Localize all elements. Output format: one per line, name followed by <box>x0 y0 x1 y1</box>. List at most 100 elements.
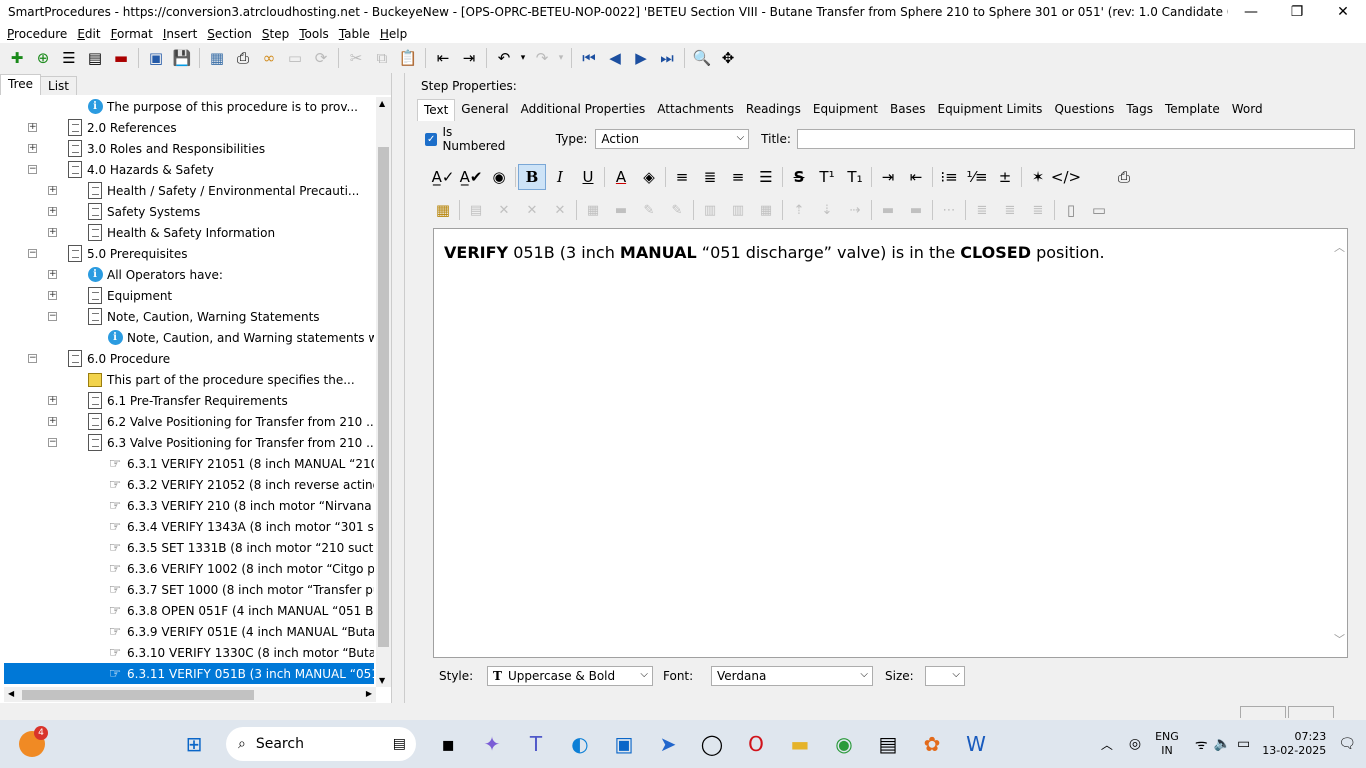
add-icon[interactable]: ✚ <box>4 46 30 70</box>
volume-icon[interactable]: 🔈 <box>1214 736 1231 752</box>
cell-format-icon[interactable]: ✎ <box>663 197 691 223</box>
insert-table-icon[interactable]: ▦ <box>429 197 457 223</box>
subscript-icon[interactable]: T₁ <box>841 164 869 190</box>
wifi-icon[interactable]: ᯤ <box>1195 735 1208 754</box>
move-icon[interactable]: ✥ <box>715 46 741 70</box>
editor-scroll-up-icon[interactable]: ︿ <box>1334 239 1345 255</box>
add-child-icon[interactable]: ⊕ <box>30 46 56 70</box>
italic-icon[interactable]: I <box>546 164 574 190</box>
tree-item[interactable]: ☞ 6.3.4 VERIFY 1343A (8 inch motor “301 s… <box>106 516 374 537</box>
tab-equipment[interactable]: Equipment <box>807 99 884 121</box>
collapse-icon[interactable]: − <box>28 354 37 363</box>
expand-icon[interactable]: + <box>48 207 57 216</box>
tree-item[interactable]: 6.0 Procedure <box>66 348 170 369</box>
menu-procedure[interactable]: Procedure <box>2 27 72 41</box>
delete-column-icon[interactable]: ✕ <box>518 197 546 223</box>
bullet-list-icon[interactable]: ⁝≡ <box>935 164 963 190</box>
restore-button[interactable]: ❐ <box>1274 0 1320 24</box>
expand-icon[interactable]: + <box>48 270 57 279</box>
menu-edit[interactable]: Edit <box>72 27 105 41</box>
editor-scrollbar[interactable]: ︿ ﹀ <box>1333 229 1347 657</box>
minimize-button[interactable]: — <box>1228 0 1274 24</box>
word-icon[interactable]: W <box>956 724 996 764</box>
tree-item[interactable]: ☞ 6.3.11 VERIFY 051B (3 inch MANUAL “051 … <box>4 663 374 684</box>
table-properties-icon[interactable]: ▤ <box>462 197 490 223</box>
row-above-icon[interactable]: ⇡ <box>785 197 813 223</box>
increase-indent-icon[interactable]: ⇥ <box>874 164 902 190</box>
tree-item[interactable]: 6.3 Valve Positioning for Transfer from … <box>86 432 374 453</box>
find-icon[interactable]: 🔍 <box>689 46 715 70</box>
step-text-editor[interactable]: VERIFY 051B (3 inch MANUAL “051 discharg… <box>433 228 1348 658</box>
tree-horizontal-scrollbar[interactable]: ◀ ▶ <box>4 687 376 702</box>
tree-item[interactable]: Equipment <box>86 285 172 306</box>
tab-attachments[interactable]: Attachments <box>651 99 740 121</box>
tree-item[interactable]: 5.0 Prerequisites <box>66 243 188 264</box>
smartprocedures-icon[interactable]: ✿ <box>912 724 952 764</box>
align-left-icon[interactable]: ≡ <box>668 164 696 190</box>
underline-icon[interactable]: U <box>574 164 602 190</box>
task-view-icon[interactable]: ▪ <box>428 724 468 764</box>
merge-cells-icon[interactable]: ▬ <box>607 197 635 223</box>
tree-item[interactable]: Health / Safety / Environmental Precauti… <box>86 180 359 201</box>
horizontal-line-icon[interactable]: ± <box>991 164 1019 190</box>
cut-icon[interactable]: ✂ <box>343 46 369 70</box>
first-icon[interactable]: ⏮ <box>576 46 602 70</box>
type-select[interactable]: Action ⌵ <box>595 129 750 149</box>
split-cell-icon[interactable]: ▬ <box>874 197 902 223</box>
tree-item[interactable]: ☞ 6.3.7 SET 1000 (8 inch motor “Transfer … <box>106 579 374 600</box>
link-icon[interactable]: ∞ <box>256 46 282 70</box>
tree-item[interactable]: i Note, Caution, and Warning statements w… <box>106 327 374 348</box>
expand-icon[interactable]: + <box>48 228 57 237</box>
tab-word[interactable]: Word <box>1226 99 1269 121</box>
delete-table-icon[interactable]: ✕ <box>490 197 518 223</box>
location-icon[interactable]: ◎ <box>1129 736 1141 752</box>
tree-item[interactable]: ☞ 6.3.9 VERIFY 051E (4 inch MANUAL “Butan… <box>106 621 374 642</box>
menu-help[interactable]: Help <box>375 27 412 41</box>
refresh-icon[interactable]: ⟳ <box>308 46 334 70</box>
valign-top-icon[interactable]: ≣ <box>968 197 996 223</box>
undo-icon[interactable]: ↶ <box>491 46 517 70</box>
tab-template[interactable]: Template <box>1159 99 1226 121</box>
scroll-down-icon[interactable]: ▼ <box>379 676 385 685</box>
taskbar-search[interactable]: ⌕ Search ▤ <box>226 727 416 761</box>
is-numbered-checkbox[interactable]: ✓ <box>425 132 438 146</box>
font-color-icon[interactable]: A <box>607 164 635 190</box>
superscript-icon[interactable]: T¹ <box>813 164 841 190</box>
file-explorer-icon[interactable]: ▬ <box>780 724 820 764</box>
align-center-icon[interactable]: ≣ <box>696 164 724 190</box>
tree-item[interactable]: Note, Caution, Warning Statements <box>86 306 320 327</box>
bold-icon[interactable]: B <box>518 164 546 190</box>
redo-icon[interactable]: ↷ <box>529 46 555 70</box>
border-icon[interactable]: ⋯ <box>935 197 963 223</box>
tab-additional-properties[interactable]: Additional Properties <box>515 99 652 121</box>
magic-wand-icon[interactable]: ✶ <box>1024 164 1052 190</box>
title-input[interactable] <box>796 129 1355 149</box>
start-icon[interactable]: ⊞ <box>174 724 214 764</box>
tree-item[interactable]: ☞ 6.3.5 SET 1331B (8 inch motor “210 suct… <box>106 537 374 558</box>
color-icon[interactable]: ◉ <box>485 164 513 190</box>
copy-icon[interactable]: ⧉ <box>369 46 395 70</box>
edge-icon[interactable]: ◐ <box>560 724 600 764</box>
strikethrough-icon[interactable]: S <box>785 164 813 190</box>
redo-dropdown-icon[interactable]: ▾ <box>555 46 567 70</box>
tab-questions[interactable]: Questions <box>1048 99 1120 121</box>
spellcheck-all-icon[interactable]: A̲✔ <box>457 164 485 190</box>
row-move-icon[interactable]: ⇢ <box>841 197 869 223</box>
align-right-icon[interactable]: ≡ <box>724 164 752 190</box>
vm-icon[interactable]: ▤ <box>868 724 908 764</box>
collapse-icon[interactable]: − <box>28 165 37 174</box>
image-icon[interactable]: ▭ <box>282 46 308 70</box>
menu-section[interactable]: Section <box>202 27 257 41</box>
tree-item[interactable]: 6.1 Pre-Transfer Requirements <box>86 390 288 411</box>
delete-row-icon[interactable]: ✕ <box>546 197 574 223</box>
tree-item[interactable]: 3.0 Roles and Responsibilities <box>66 138 265 159</box>
valign-middle-icon[interactable]: ≣ <box>996 197 1024 223</box>
undo-dropdown-icon[interactable]: ▾ <box>517 46 529 70</box>
tree-item[interactable]: ☞ 6.3.3 VERIFY 210 (8 inch motor “Nirvana… <box>106 495 374 516</box>
opera-icon[interactable]: O <box>736 724 776 764</box>
grid-icon[interactable]: ▦ <box>752 197 780 223</box>
menu-tools[interactable]: Tools <box>294 27 334 41</box>
tree-item[interactable]: ☞ 6.3.1 VERIFY 21051 (8 inch MANUAL “210 … <box>106 453 374 474</box>
expand-icon[interactable]: + <box>48 417 57 426</box>
collapse-icon[interactable]: − <box>48 438 57 447</box>
